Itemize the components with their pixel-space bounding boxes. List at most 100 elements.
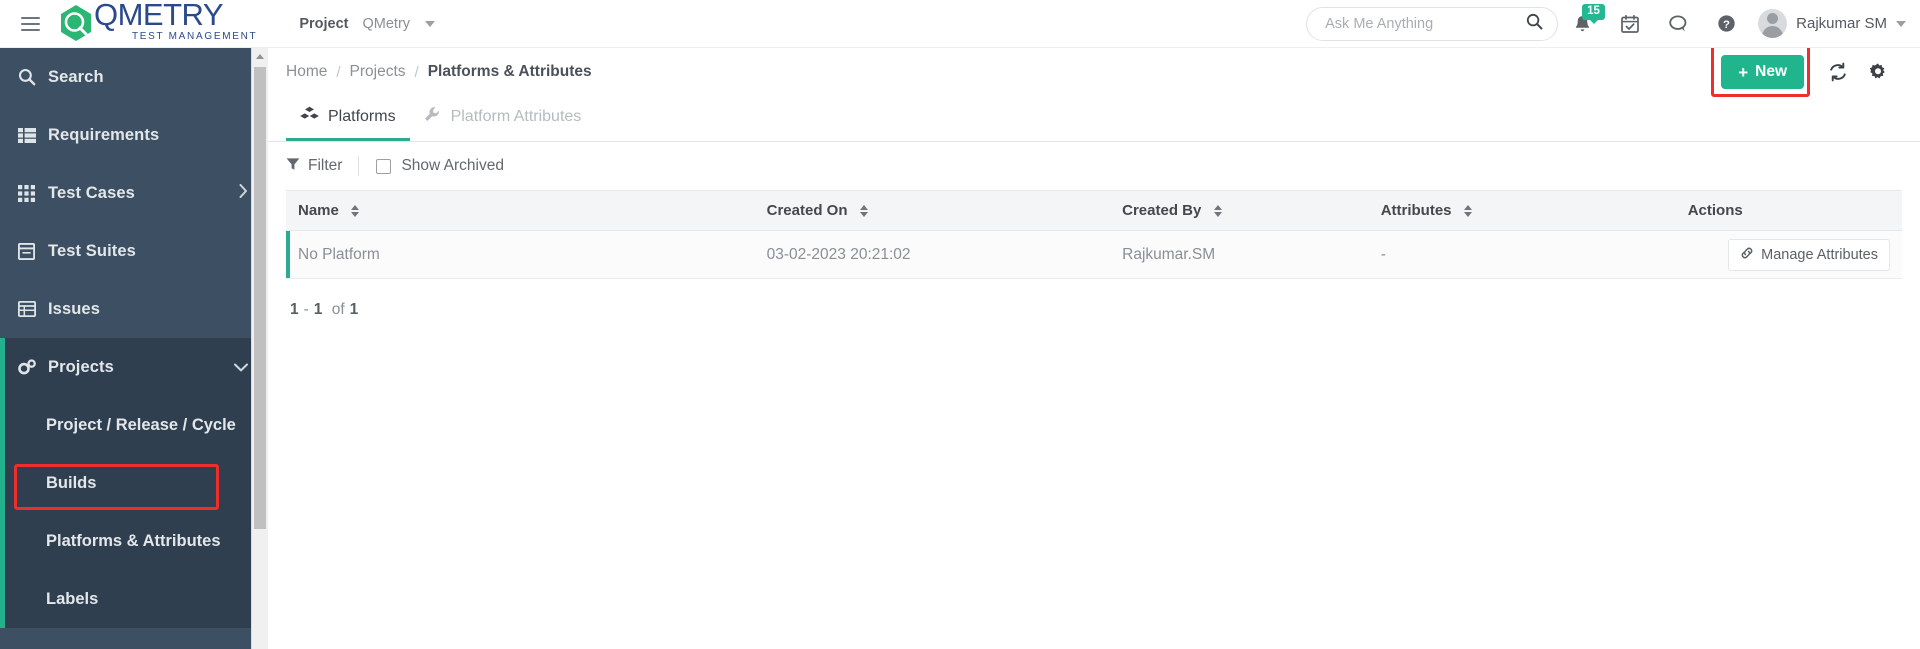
sort-icon[interactable] <box>351 205 360 218</box>
search-input[interactable] <box>1325 15 1527 32</box>
username-label[interactable]: Rajkumar SM <box>1796 15 1887 32</box>
pagination-summary: 1-1 of 1 <box>268 279 1920 319</box>
project-label: Project <box>299 15 349 32</box>
sidebar-subitem-label: Project / Release / Cycle <box>46 415 236 434</box>
sort-icon[interactable] <box>1213 205 1222 218</box>
top-bar: QMETRY TEST MANAGEMENT Project QMetry As… <box>0 0 1920 48</box>
manage-attributes-button[interactable]: Manage Attributes <box>1728 238 1890 271</box>
sidebar-item-test-suites[interactable]: Test Suites <box>0 222 268 280</box>
qmetry-logo-text: QMETRY TEST MANAGEMENT <box>94 0 257 42</box>
show-archived-checkbox[interactable]: Show Archived <box>359 157 504 175</box>
column-label: Created By <box>1122 202 1202 219</box>
project-selector[interactable]: Project QMetry <box>299 15 436 32</box>
notification-count-badge: 15 <box>1582 3 1605 24</box>
filter-label: Filter <box>308 157 343 174</box>
sidebar-scrollbar[interactable] <box>251 48 268 649</box>
sidebar-item-projects[interactable]: Projects <box>0 338 268 396</box>
column-header-created-on[interactable]: Created On <box>754 190 1111 231</box>
platforms-table: Name Created On Created By Attributes Ac… <box>286 190 1902 279</box>
sidebar-section-projects: Projects Project / Release / Cycle Build… <box>0 338 268 628</box>
cell-actions: Manage Attributes <box>1675 230 1902 279</box>
help-button[interactable]: ? <box>1702 0 1750 48</box>
column-header-created-by[interactable]: Created By <box>1110 190 1369 231</box>
user-menu-chevron-down-icon[interactable] <box>1896 20 1906 27</box>
breadcrumb-separator: / <box>336 63 341 81</box>
column-header-name[interactable]: Name <box>286 190 755 231</box>
column-label: Created On <box>766 202 848 219</box>
avatar[interactable] <box>1758 9 1788 38</box>
table-row[interactable]: No Platform 03-02-2023 20:21:02 Rajkumar… <box>286 230 1902 279</box>
notification-bell-button[interactable]: 15 <box>1558 0 1606 48</box>
sidebar-item-label: Requirements <box>48 125 160 144</box>
gear-icon[interactable] <box>1858 52 1898 92</box>
manage-attributes-label: Manage Attributes <box>1761 246 1878 263</box>
cell-created-on: 03-02-2023 20:21:02 <box>754 230 1111 279</box>
sidebar-item-platforms-attributes[interactable]: Platforms & Attributes <box>5 512 268 570</box>
logo-tagline: TEST MANAGEMENT <box>132 31 258 42</box>
svg-text:?: ? <box>1723 19 1730 31</box>
sidebar-item-label: Test Cases <box>48 183 135 202</box>
scrollbar-thumb[interactable] <box>254 67 266 529</box>
sidebar: Search Requirements Test Cases Test Suit… <box>0 48 268 649</box>
sidebar-item-search[interactable]: Search <box>0 48 268 106</box>
sidebar-item-labels[interactable]: Labels <box>5 570 268 628</box>
chevron-down-icon[interactable] <box>234 363 248 372</box>
app-root: QMETRY TEST MANAGEMENT Project QMetry As… <box>0 0 1920 649</box>
qmetry-logo-icon <box>56 3 96 48</box>
sidebar-item-project-release-cycle[interactable]: Project / Release / Cycle <box>5 396 268 454</box>
sidebar-item-issues[interactable]: Issues <box>0 280 268 338</box>
breadcrumb-row: Home / Projects / Platforms & Attributes… <box>268 41 1920 97</box>
tab-label: Platforms <box>328 108 396 125</box>
gears-icon <box>18 358 48 376</box>
sidebar-item-builds[interactable]: Builds <box>5 454 268 512</box>
calendar-check-button[interactable] <box>1606 0 1654 48</box>
breadcrumb-separator: / <box>414 63 419 81</box>
tab-bar: Platforms Platform Attributes <box>268 96 1920 142</box>
sidebar-item-test-cases[interactable]: Test Cases <box>0 164 268 222</box>
cell-attributes: - <box>1368 230 1676 279</box>
column-header-attributes[interactable]: Attributes <box>1368 190 1676 231</box>
tab-label: Platform Attributes <box>450 108 582 125</box>
sidebar-subitems: Project / Release / Cycle Builds Platfor… <box>0 396 268 628</box>
grid-icon <box>18 184 48 202</box>
checkbox-box-icon[interactable] <box>376 158 392 174</box>
scroll-up-arrow-icon[interactable] <box>252 48 268 65</box>
refresh-icon[interactable] <box>1818 52 1858 92</box>
search-icon[interactable] <box>1526 13 1543 35</box>
breadcrumb-home[interactable]: Home <box>286 63 327 81</box>
ask-me-anything-search[interactable] <box>1306 6 1559 41</box>
funnel-icon <box>286 157 300 176</box>
sort-icon[interactable] <box>859 205 868 218</box>
table-toolbar: Filter Show Archived <box>268 142 1920 190</box>
page-actions: + New <box>1711 41 1898 97</box>
pagination-from: 1 <box>290 301 299 318</box>
sidebar-item-label: Issues <box>48 299 100 318</box>
new-button[interactable]: + New <box>1721 55 1804 89</box>
pagination-dash: - <box>303 301 309 318</box>
tab-platforms[interactable]: Platforms <box>286 96 410 141</box>
sidebar-item-label: Test Suites <box>48 241 136 260</box>
filter-button[interactable]: Filter <box>286 157 358 176</box>
list-icon <box>18 127 48 143</box>
sort-icon[interactable] <box>1463 205 1472 218</box>
chevron-right-icon[interactable] <box>239 184 248 202</box>
tab-platform-attributes[interactable]: Platform Attributes <box>410 96 596 141</box>
pagination-of: of <box>331 301 345 318</box>
table-icon <box>18 301 48 317</box>
sidebar-item-requirements[interactable]: Requirements <box>0 106 268 164</box>
cubes-icon <box>300 106 319 128</box>
search-icon <box>18 68 48 86</box>
chat-bubble-button[interactable] <box>1654 0 1702 48</box>
chevron-down-icon[interactable] <box>425 20 436 27</box>
link-chain-icon <box>1740 246 1754 264</box>
pagination-to: 1 <box>313 301 323 318</box>
table-head: Name Created On Created By Attributes Ac… <box>286 190 1902 231</box>
breadcrumb-current: Platforms & Attributes <box>427 63 592 80</box>
hamburger-icon[interactable] <box>0 16 56 31</box>
wrench-icon <box>424 106 442 128</box>
qmetry-logo[interactable]: QMETRY TEST MANAGEMENT <box>56 0 277 48</box>
breadcrumb-projects[interactable]: Projects <box>350 63 406 81</box>
project-value[interactable]: QMetry <box>363 16 411 32</box>
sidebar-item-label: Projects <box>48 357 114 376</box>
column-header-actions: Actions <box>1675 190 1902 231</box>
